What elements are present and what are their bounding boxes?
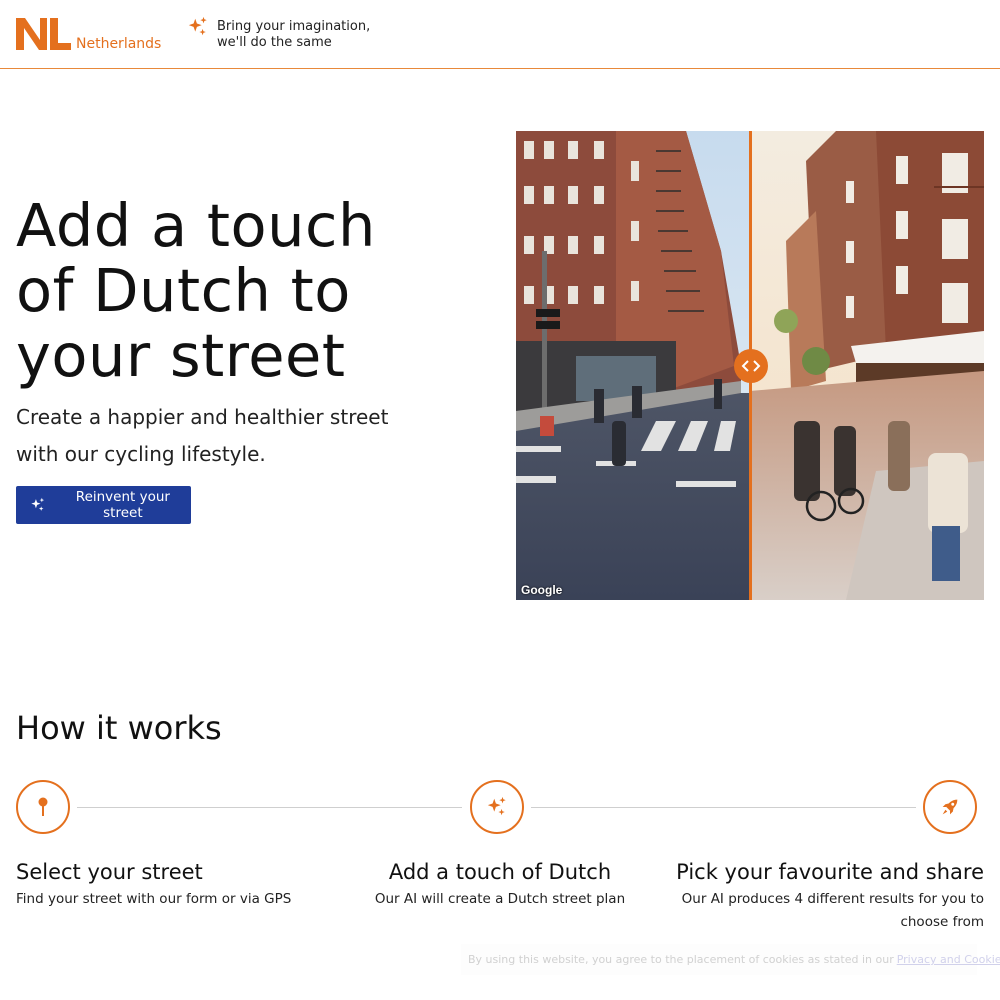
step-3-description-line-1: Our AI produces 4 different results for … bbox=[681, 891, 984, 907]
tagline-line-1: Bring your imagination, bbox=[217, 19, 371, 34]
hero-subtitle-line-1: Create a happier and healthier street bbox=[16, 405, 389, 429]
rocket-icon bbox=[942, 799, 958, 815]
header-tagline: Bring your imagination, we'll do the sam… bbox=[217, 19, 370, 51]
step-2-circle bbox=[470, 780, 524, 834]
map-pin-icon bbox=[38, 797, 48, 816]
before-after-comparison[interactable]: Google bbox=[516, 131, 984, 600]
step-3-circle bbox=[923, 780, 977, 834]
how-it-works-title: How it works bbox=[16, 709, 222, 747]
chevron-left-right-icon bbox=[741, 360, 761, 372]
reinvent-street-label: Reinvent your street bbox=[75, 489, 170, 521]
step-1-circle bbox=[16, 780, 70, 834]
hero-title-line-3: your street bbox=[16, 321, 346, 390]
step-1-title: Select your street bbox=[16, 860, 203, 884]
comparison-slider-handle[interactable] bbox=[734, 349, 768, 383]
hero-title: Add a touch of Dutch to your street bbox=[16, 193, 456, 388]
privacy-cookie-policy-link[interactable]: Privacy and Cookie policy bbox=[897, 953, 1000, 966]
hero-title-line-2: of Dutch to bbox=[16, 256, 351, 325]
step-3-description-line-2: choose from bbox=[900, 914, 984, 930]
reinvent-street-button[interactable]: Reinvent your street bbox=[16, 486, 191, 524]
hero-title-line-1: Add a touch bbox=[16, 191, 376, 260]
step-connector-1 bbox=[77, 807, 462, 808]
sparkles-icon bbox=[188, 16, 207, 36]
cookie-notice-text: By using this website, you agree to the … bbox=[468, 953, 894, 966]
logo-text: Netherlands bbox=[76, 36, 162, 52]
cookie-notice: By using this website, you agree to the … bbox=[461, 944, 1000, 975]
tagline-line-2: we'll do the same bbox=[217, 35, 332, 50]
step-connector-2 bbox=[531, 807, 916, 808]
step-3-description: Our AI produces 4 different results for … bbox=[584, 888, 984, 934]
google-watermark: Google bbox=[521, 583, 563, 597]
step-1-description: Find your street with our form or via GP… bbox=[16, 891, 292, 907]
sparkles-icon bbox=[487, 796, 506, 816]
sparkles-icon bbox=[31, 497, 45, 511]
hero-subtitle: Create a happier and healthier street wi… bbox=[16, 399, 416, 473]
step-3-title: Pick your favourite and share bbox=[676, 860, 984, 884]
site-header: Netherlands Bring your imagination, we'l… bbox=[0, 0, 1000, 69]
nl-logo-mark bbox=[16, 18, 71, 50]
hero-subtitle-line-2: with our cycling lifestyle. bbox=[16, 442, 266, 466]
nl-logo[interactable]: Netherlands bbox=[16, 16, 161, 52]
